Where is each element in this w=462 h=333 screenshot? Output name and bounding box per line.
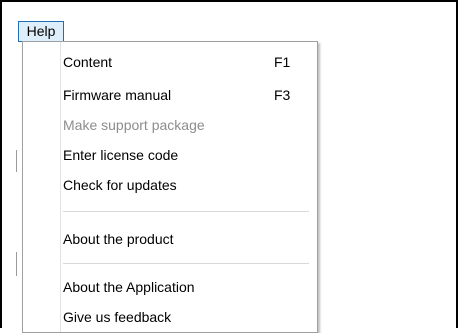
menu-item-firmware-manual[interactable]: Firmware manual F3: [23, 83, 317, 107]
menu-item-label: About the product: [63, 231, 174, 247]
background-window-edge: [16, 150, 17, 172]
menu-item-label: Give us feedback: [63, 309, 172, 325]
help-menu-button[interactable]: Help: [18, 21, 64, 42]
menu-item-about-the-product[interactable]: About the product: [23, 227, 317, 251]
menu-item-label: About the Application: [63, 279, 195, 295]
menu-item-shortcut: F3: [274, 87, 291, 103]
menu-separator: [63, 263, 309, 264]
menu-item-content[interactable]: Content F1: [23, 50, 317, 74]
menu-item-check-for-updates[interactable]: Check for updates: [23, 173, 317, 197]
menu-item-about-the-application[interactable]: About the Application: [23, 275, 317, 299]
menu-separator: [63, 211, 309, 212]
menu-item-label: Content: [63, 54, 113, 70]
menu-item-shortcut: F1: [274, 54, 291, 70]
menu-bar: Help: [2, 2, 456, 42]
menu-item-label: Check for updates: [63, 177, 177, 193]
menu-item-label: Enter license code: [63, 147, 179, 163]
menu-item-enter-license-code[interactable]: Enter license code: [23, 143, 317, 167]
menu-item-label: Firmware manual: [63, 87, 172, 103]
menu-item-give-us-feedback[interactable]: Give us feedback: [23, 305, 317, 329]
help-dropdown-menu: Content F1 Firmware manual F3 Make suppo…: [22, 41, 318, 333]
background-window-edge: [16, 252, 17, 276]
menu-item-label: Make support package: [63, 117, 205, 133]
menu-item-make-support-package: Make support package: [23, 113, 317, 137]
